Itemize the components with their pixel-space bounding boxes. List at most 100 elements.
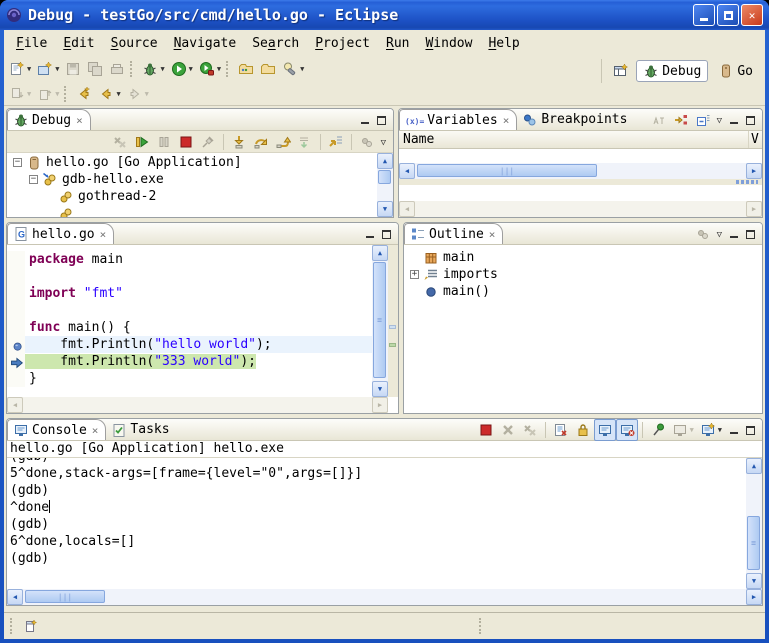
- debug-button[interactable]: ▼: [139, 58, 167, 80]
- variables-tree-area[interactable]: [399, 149, 762, 163]
- view-menu-button[interactable]: ▽: [378, 131, 389, 153]
- dropdown-arrow-icon[interactable]: ▼: [27, 90, 31, 98]
- new-wizard-button[interactable]: ▼: [6, 58, 34, 80]
- menu-edit[interactable]: Edit: [55, 33, 102, 54]
- open-perspective-button[interactable]: [610, 60, 632, 82]
- step-filters-button[interactable]: [325, 131, 347, 153]
- dropdown-arrow-icon[interactable]: ▼: [145, 90, 149, 98]
- collapse-all-button[interactable]: [692, 109, 714, 131]
- debug-tree-item-gdb-hello.exe[interactable]: −gdb-hello.exe: [7, 171, 393, 188]
- close-icon[interactable]: ×: [76, 114, 83, 127]
- dropdown-arrow-icon[interactable]: ▼: [160, 65, 164, 73]
- tab-breakpoints[interactable]: Breakpoints: [517, 109, 634, 130]
- terminate-button[interactable]: [175, 131, 197, 153]
- close-icon[interactable]: ×: [100, 228, 107, 241]
- maximize-view-button[interactable]: [380, 228, 393, 239]
- console-output[interactable]: (gdb) 5^done,stack-args=[frame={level="0…: [7, 458, 746, 589]
- editor-gutter[interactable]: [7, 251, 25, 268]
- maximize-view-button[interactable]: [744, 114, 757, 125]
- editor-gutter[interactable]: [7, 302, 25, 319]
- pin-console-button[interactable]: [647, 419, 669, 441]
- show-stderr-button[interactable]: [616, 419, 638, 441]
- perspective-debug-button[interactable]: Debug: [636, 60, 708, 82]
- overview-marker-breakpoint[interactable]: [389, 325, 396, 329]
- outline-item-main[interactable]: main(): [404, 283, 762, 300]
- perspective-go-button[interactable]: Go: [712, 61, 759, 81]
- back-button[interactable]: ▼: [95, 83, 123, 105]
- code-editor-area[interactable]: package mainimport "fmt"func main() { fm…: [7, 245, 372, 397]
- editor-gutter[interactable]: [7, 353, 25, 370]
- menu-source[interactable]: Source: [103, 33, 166, 54]
- tree-expander-icon[interactable]: −: [13, 158, 22, 167]
- dropdown-arrow-icon[interactable]: ▼: [189, 65, 193, 73]
- maximize-button[interactable]: [717, 4, 739, 26]
- new-project-button[interactable]: ▼: [34, 58, 62, 80]
- scroll-lock-button[interactable]: [572, 419, 594, 441]
- dropdown-arrow-icon[interactable]: ▼: [27, 65, 31, 73]
- folder-export-button[interactable]: [257, 58, 279, 80]
- step-return-button[interactable]: [272, 131, 294, 153]
- external-tools-button[interactable]: ▼: [196, 58, 224, 80]
- menu-file[interactable]: File: [8, 33, 55, 54]
- run-button[interactable]: ▼: [168, 58, 196, 80]
- debug-tree-item[interactable]: [7, 205, 393, 217]
- minimize-view-button[interactable]: [727, 228, 740, 239]
- menu-search[interactable]: Search: [244, 33, 307, 54]
- editor-gutter[interactable]: [7, 285, 25, 302]
- dropdown-arrow-icon[interactable]: ▼: [116, 90, 120, 98]
- console-vertical-scrollbar[interactable]: ▲ ≡ ▼: [746, 458, 762, 589]
- minimize-button[interactable]: [693, 4, 715, 26]
- tab-outline[interactable]: Outline ×: [404, 223, 503, 244]
- step-into-button[interactable]: [228, 131, 250, 153]
- console-horizontal-scrollbar[interactable]: ◀ ||| ▶: [7, 589, 762, 605]
- menu-help[interactable]: Help: [480, 33, 527, 54]
- dropdown-arrow-icon[interactable]: ▼: [55, 90, 59, 98]
- outline-item-main[interactable]: main: [404, 249, 762, 266]
- minimize-view-button[interactable]: [358, 114, 371, 125]
- show-stdout-button[interactable]: [594, 419, 616, 441]
- clear-console-button[interactable]: [550, 419, 572, 441]
- tab-hello-go[interactable]: G hello.go ×: [7, 223, 114, 244]
- tab-console[interactable]: Console ×: [7, 419, 106, 440]
- close-icon[interactable]: ×: [503, 114, 510, 127]
- menu-project[interactable]: Project: [307, 33, 378, 54]
- last-edit-button[interactable]: [73, 83, 95, 105]
- close-button[interactable]: ✕: [741, 4, 763, 26]
- tree-expander-icon[interactable]: +: [410, 270, 419, 279]
- minimize-view-button[interactable]: [727, 114, 740, 125]
- debug-vertical-scrollbar[interactable]: ▲ ▼: [377, 153, 393, 217]
- editor-vertical-scrollbar[interactable]: ▲ ≡ ▼: [372, 245, 388, 397]
- dropdown-arrow-icon[interactable]: ▼: [217, 65, 221, 73]
- maximize-view-button[interactable]: [744, 228, 757, 239]
- variables-detail-pane[interactable]: [399, 185, 762, 201]
- close-icon[interactable]: ×: [489, 228, 496, 241]
- menu-run[interactable]: Run: [378, 33, 417, 54]
- dropdown-arrow-icon[interactable]: ▼: [300, 65, 304, 73]
- dropdown-arrow-icon[interactable]: ▼: [690, 426, 694, 434]
- dropdown-arrow-icon[interactable]: ▼: [718, 426, 722, 434]
- view-menu-button[interactable]: ▽: [714, 223, 725, 245]
- variables-horizontal-scrollbar[interactable]: ◀ ||| ▶: [399, 163, 762, 179]
- minimize-view-button[interactable]: [363, 228, 376, 239]
- resume-button[interactable]: [131, 131, 153, 153]
- close-icon[interactable]: ×: [92, 424, 99, 437]
- terminate-button[interactable]: [475, 419, 497, 441]
- maximize-view-button[interactable]: [744, 424, 757, 435]
- search-button[interactable]: ▼: [279, 58, 307, 80]
- folder-import-button[interactable]: [235, 58, 257, 80]
- outline-item-imports[interactable]: +imports: [404, 266, 762, 283]
- tree-expander-icon[interactable]: −: [29, 175, 38, 184]
- editor-gutter[interactable]: [7, 319, 25, 336]
- editor-gutter[interactable]: [7, 370, 25, 387]
- menu-navigate[interactable]: Navigate: [166, 33, 245, 54]
- tab-tasks[interactable]: Tasks: [106, 419, 176, 440]
- maximize-view-button[interactable]: [375, 114, 388, 125]
- editor-gutter[interactable]: [7, 336, 25, 353]
- variables-column-header[interactable]: Name V: [399, 131, 762, 149]
- breakpoint-icon[interactable]: [11, 340, 21, 350]
- editor-gutter[interactable]: [7, 268, 25, 285]
- fast-view-button[interactable]: [23, 618, 39, 634]
- overview-ruler[interactable]: [388, 245, 398, 397]
- view-menu-button[interactable]: ▽: [714, 109, 725, 131]
- variables-detail-sash[interactable]: [399, 179, 762, 185]
